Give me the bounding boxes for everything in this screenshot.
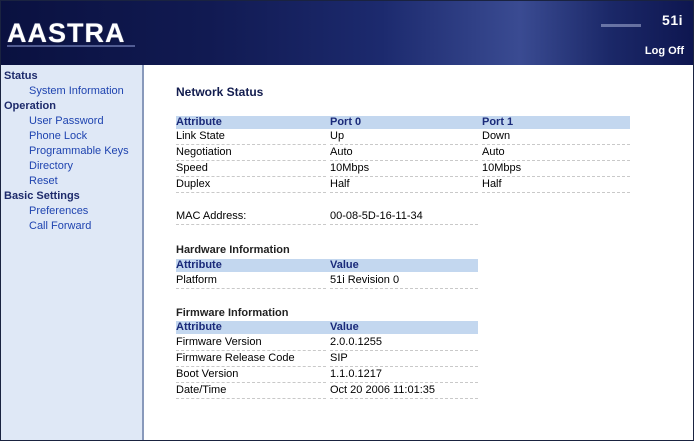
header-flare-decoration (601, 24, 641, 27)
col-attribute: Attribute (176, 321, 222, 333)
cell-attribute: Platform (176, 274, 326, 289)
logo-underline (7, 45, 135, 47)
cell-port-1: 10Mbps (482, 162, 630, 177)
col-port-1: Port 1 (482, 116, 514, 128)
cell-attribute: Speed (176, 162, 326, 177)
cell-attribute: Duplex (176, 178, 326, 193)
log-off-link[interactable]: Log Off (645, 45, 684, 57)
cell-value: 1.1.0.1217 (330, 368, 478, 383)
cell-port-0: 10Mbps (330, 162, 478, 177)
logo-text: AASTRA (7, 18, 126, 48)
cell-attribute: Date/Time (176, 384, 326, 399)
col-value: Value (330, 259, 359, 271)
nav-item-phone-lock[interactable]: Phone Lock (29, 130, 87, 142)
sidebar-nav: Status System Information Operation User… (1, 65, 144, 440)
phone-model: 51i (662, 12, 683, 28)
web-ui-page: AASTRA 51i Log Off Status System Informa… (0, 0, 694, 441)
col-attribute: Attribute (176, 259, 222, 271)
cell-attribute: Link State (176, 130, 326, 145)
cell-value: SIP (330, 352, 478, 367)
cell-attribute: Boot Version (176, 368, 326, 383)
firmware-table-header: Attribute Value (176, 321, 478, 334)
cell-port-1: Half (482, 178, 630, 193)
nav-item-programmable-keys[interactable]: Programmable Keys (29, 145, 129, 157)
hardware-section-title: Hardware Information (176, 244, 290, 256)
cell-attribute: Firmware Version (176, 336, 326, 351)
main-content: Network Status Attribute Port 0 Port 1 L… (146, 65, 693, 440)
aastra-logo: AASTRA (7, 18, 135, 48)
nav-item-system-information[interactable]: System Information (29, 85, 124, 97)
header-bar: AASTRA 51i Log Off (1, 1, 693, 65)
col-value: Value (330, 321, 359, 333)
cell-value: 2.0.0.1255 (330, 336, 478, 351)
nav-item-reset[interactable]: Reset (29, 175, 58, 187)
cell-attribute: Firmware Release Code (176, 352, 326, 367)
cell-value: 51i Revision 0 (330, 274, 478, 289)
firmware-section-title: Firmware Information (176, 307, 289, 319)
nav-item-directory[interactable]: Directory (29, 160, 73, 172)
nav-item-preferences[interactable]: Preferences (29, 205, 88, 217)
cell-port-0: Half (330, 178, 478, 193)
nav-section-status: Status (4, 70, 38, 82)
mac-address-value: 00-08-5D-16-11-34 (330, 210, 478, 225)
cell-value: Oct 20 2006 11:01:35 (330, 384, 478, 399)
hardware-table-header: Attribute Value (176, 259, 478, 272)
col-port-0: Port 0 (330, 116, 362, 128)
cell-port-0: Up (330, 130, 478, 145)
cell-port-1: Auto (482, 146, 630, 161)
col-attribute: Attribute (176, 116, 222, 128)
nav-item-user-password[interactable]: User Password (29, 115, 104, 127)
cell-attribute: Negotiation (176, 146, 326, 161)
nav-item-call-forward[interactable]: Call Forward (29, 220, 91, 232)
mac-address-label: MAC Address: (176, 210, 326, 225)
network-table-header: Attribute Port 0 Port 1 (176, 116, 630, 129)
cell-port-1: Down (482, 130, 630, 145)
page-title: Network Status (176, 85, 264, 99)
cell-port-0: Auto (330, 146, 478, 161)
nav-section-operation: Operation (4, 100, 56, 112)
nav-section-basic-settings: Basic Settings (4, 190, 80, 202)
